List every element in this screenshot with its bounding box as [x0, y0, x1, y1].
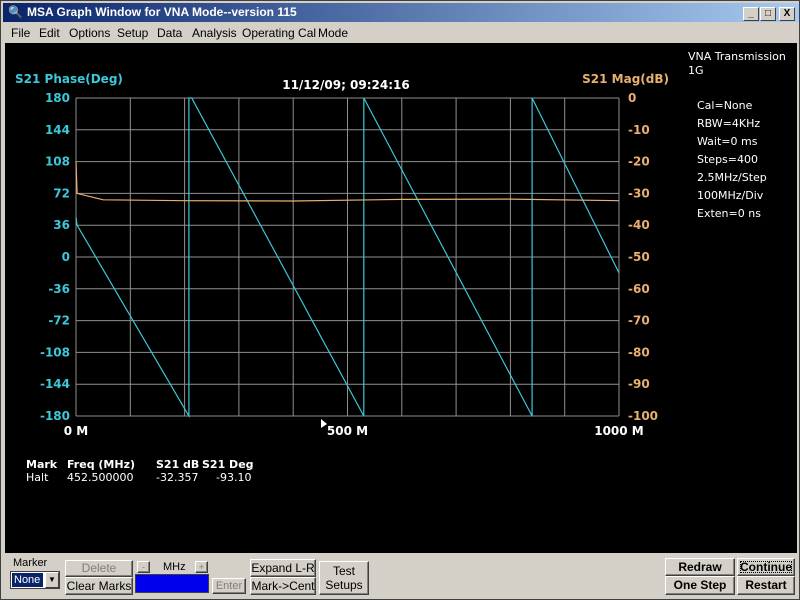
right-tick-label: -40 — [628, 218, 650, 232]
test-setups-label-1: Test — [332, 564, 355, 578]
close-button[interactable]: X — [779, 7, 795, 21]
side-subtitle: 1G — [688, 64, 704, 77]
one-step-button[interactable]: One Step — [665, 576, 735, 595]
right-tick-label: -30 — [628, 186, 650, 200]
side-title: VNA Transmission — [688, 50, 786, 63]
right-tick-label: -50 — [628, 250, 650, 264]
menu-edit[interactable]: Edit — [39, 26, 60, 40]
left-tick-label: 144 — [45, 123, 70, 137]
left-tick-label: 72 — [53, 186, 70, 200]
app-icon: 🔍 — [8, 5, 23, 19]
redraw-button[interactable]: Redraw — [665, 558, 735, 576]
graph-area[interactable]: S21 Phase(Deg) S21 Mag(dB) 11/12/09; 09:… — [5, 43, 797, 553]
side-line-div: 100MHz/Div — [697, 189, 764, 202]
minimize-button[interactable]: _ — [743, 7, 759, 21]
right-tick-label: 0 — [628, 91, 636, 105]
mark-cent-button[interactable]: Mark->Cent — [250, 577, 316, 595]
left-tick-label: 36 — [53, 218, 70, 232]
left-tick-label: -72 — [48, 314, 70, 328]
right-axis-title: S21 Mag(dB) — [582, 72, 669, 86]
menu-data[interactable]: Data — [157, 26, 182, 40]
marker-row-mark: Halt — [26, 471, 49, 484]
expand-lr-button[interactable]: Expand L-R — [250, 559, 316, 577]
marker-row-db: -32.357 — [156, 471, 198, 484]
control-panel: Marker None ▼ Delete Clear Marks - MHz +… — [5, 553, 797, 597]
marker-row-deg: -93.10 — [216, 471, 251, 484]
maximize-button[interactable]: □ — [760, 7, 776, 21]
timestamp: 11/12/09; 09:24:16 — [282, 78, 410, 92]
right-tick-label: -10 — [628, 123, 650, 137]
test-setups-label-2: Setups — [325, 578, 363, 592]
clear-marks-button[interactable]: Clear Marks — [65, 577, 133, 595]
left-tick-label: 0 — [62, 250, 70, 264]
restart-button[interactable]: Restart — [737, 576, 795, 595]
mhz-label: MHz — [163, 561, 186, 573]
menu-file[interactable]: File — [11, 26, 30, 40]
vna-plot[interactable]: S21 Phase(Deg) S21 Mag(dB) 11/12/09; 09:… — [5, 43, 797, 553]
marker-header-deg: S21 Deg — [202, 458, 254, 471]
menu-mode[interactable]: Mode — [318, 26, 348, 40]
marker-header-freq: Freq (MHz) — [67, 458, 135, 471]
marker-select[interactable]: None ▼ — [10, 571, 60, 589]
marker-freq-input[interactable] — [135, 574, 209, 593]
grid — [75, 97, 620, 417]
left-axis-title: S21 Phase(Deg) — [15, 72, 123, 86]
marker-label: Marker — [13, 557, 48, 569]
marker-header-mark: Mark — [26, 458, 58, 471]
side-line-rbw: RBW=4KHz — [697, 117, 760, 130]
side-line-wait: Wait=0 ms — [697, 135, 758, 148]
menu-setup[interactable]: Setup — [117, 26, 148, 40]
enter-button[interactable]: Enter — [212, 578, 246, 594]
right-tick-label: -90 — [628, 377, 650, 391]
test-setups-button[interactable]: Test Setups — [319, 561, 369, 595]
menu-options[interactable]: Options — [69, 26, 110, 40]
window-title: MSA Graph Window for VNA Mode--version 1… — [27, 5, 297, 19]
left-tick-label: -180 — [40, 409, 70, 423]
menu-operating-cal[interactable]: Operating Cal — [242, 26, 316, 40]
x-tick-label: 0 M — [64, 424, 88, 438]
freq-decrement-button[interactable]: - — [137, 561, 150, 573]
right-tick-label: -60 — [628, 282, 650, 296]
menu-analysis[interactable]: Analysis — [192, 26, 237, 40]
left-tick-label: -36 — [48, 282, 70, 296]
right-tick-label: -70 — [628, 314, 650, 328]
delete-button[interactable]: Delete — [65, 560, 133, 577]
left-tick-label: -108 — [40, 345, 70, 359]
side-line-step-size: 2.5MHz/Step — [697, 171, 767, 184]
right-tick-label: -100 — [628, 409, 658, 423]
right-tick-label: -80 — [628, 345, 650, 359]
menu-bar: File Edit Options Setup Data Analysis Op… — [3, 23, 799, 42]
continue-button[interactable]: Continue — [737, 558, 795, 576]
title-bar: 🔍 MSA Graph Window for VNA Mode--version… — [3, 3, 799, 22]
side-line-cal: Cal=None — [697, 99, 753, 112]
left-tick-label: 108 — [45, 155, 70, 169]
freq-increment-button[interactable]: + — [195, 561, 208, 573]
right-tick-label: -20 — [628, 155, 650, 169]
left-tick-label: 180 — [45, 91, 70, 105]
x-tick-label: 500 M — [327, 424, 368, 438]
marker-row-freq: 452.500000 — [67, 471, 133, 484]
side-line-exten: Exten=0 ns — [697, 207, 761, 220]
side-line-steps: Steps=400 — [697, 153, 758, 166]
chevron-down-icon[interactable]: ▼ — [45, 572, 59, 588]
axis-ticks: 180 144 108 72 36 0 -36 -72 -108 -144 -180 0 -10 -20 -… — [40, 91, 658, 438]
x-tick-label: 1000 M — [594, 424, 644, 438]
msa-graph-window: 🔍 MSA Graph Window for VNA Mode--version… — [0, 0, 800, 600]
marker-header-db: S21 dB — [156, 458, 199, 471]
marker-select-value: None — [12, 573, 43, 587]
left-tick-label: -144 — [40, 377, 70, 391]
